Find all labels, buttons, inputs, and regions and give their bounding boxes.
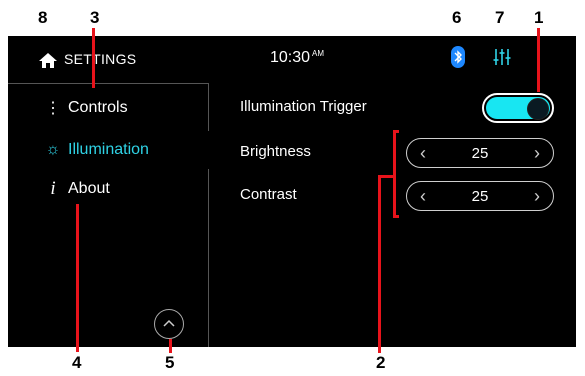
callout-label-5: 5 [165, 353, 175, 372]
callout-label-4: 4 [72, 353, 82, 372]
brightness-increase-button[interactable]: › [525, 139, 549, 167]
page-title: SETTINGS [64, 51, 137, 67]
chevron-up-icon [163, 319, 175, 327]
illumination-trigger-label: Illumination Trigger [240, 98, 367, 115]
callout-label-7: 7 [495, 8, 505, 27]
clock: 10:30 AM [270, 49, 324, 67]
callout-label-6: 6 [452, 8, 462, 27]
vertical-dots-icon: ⋮ [45, 100, 61, 117]
callout-line-2 [378, 176, 381, 353]
callout-label-3: 3 [90, 8, 100, 27]
sidebar-right-divider [208, 83, 209, 347]
callout-label-8: 8 [38, 8, 48, 27]
equalizer-icon[interactable] [492, 47, 512, 67]
info-icon: i [50, 178, 56, 199]
contrast-label: Contrast [240, 186, 297, 203]
sidebar-item-label: About [68, 180, 110, 197]
callout-label-2: 2 [376, 353, 386, 372]
sidebar-item-about[interactable]: i About [8, 171, 208, 207]
sidebar-item-illumination[interactable]: ☼ Illumination [8, 132, 208, 168]
toggle-knob [527, 98, 549, 120]
home-icon[interactable] [38, 52, 58, 69]
toggle-track [486, 97, 550, 120]
scroll-up-button[interactable] [154, 309, 184, 339]
clock-time: 10:30 [270, 49, 311, 66]
callout-label-1: 1 [534, 8, 544, 27]
bluetooth-icon[interactable] [451, 46, 465, 68]
sidebar-item-controls[interactable]: ⋮ Controls [8, 90, 208, 126]
contrast-increase-button[interactable]: › [525, 182, 549, 210]
brightness-stepper[interactable]: ‹ 25 › [406, 138, 554, 168]
callout-line-5 [169, 339, 172, 353]
callout-line-3 [92, 28, 95, 88]
sidebar-item-label: Illumination [68, 141, 149, 158]
sun-icon: ☼ [45, 141, 61, 158]
callout-line-4 [76, 204, 79, 352]
active-tab-indicator [208, 131, 209, 169]
clock-ampm: AM [312, 49, 325, 58]
brightness-label: Brightness [240, 143, 311, 160]
illumination-trigger-toggle[interactable] [482, 93, 554, 123]
callout-line-1 [537, 28, 540, 92]
sidebar-item-label: Controls [68, 99, 128, 116]
stepper-group-bracket [393, 130, 399, 218]
sidebar-top-divider [8, 83, 209, 84]
contrast-stepper[interactable]: ‹ 25 › [406, 181, 554, 211]
